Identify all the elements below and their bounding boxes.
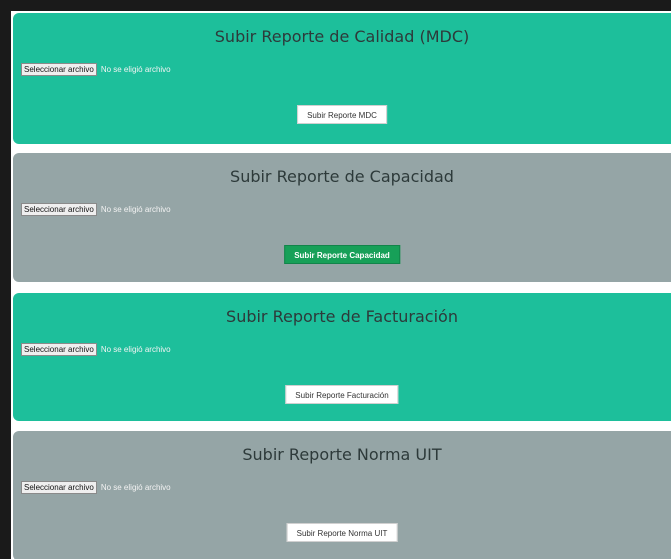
- panel-norma-uit: Subir Reporte Norma UIT Seleccionar arch…: [13, 431, 671, 559]
- file-input-norma-uit: Seleccionar archivo No se eligió archivo: [21, 481, 171, 494]
- panel-title: Subir Reporte de Capacidad: [230, 167, 454, 186]
- panel-facturacion: Subir Reporte de Facturación Seleccionar…: [13, 293, 671, 421]
- file-status-text: No se eligió archivo: [100, 345, 171, 354]
- submit-norma-uit-button[interactable]: Subir Reporte Norma UIT: [286, 523, 398, 542]
- file-status-text: No se eligió archivo: [100, 483, 171, 492]
- choose-file-button[interactable]: Seleccionar archivo: [21, 481, 97, 494]
- panel-title: Subir Reporte Norma UIT: [242, 445, 442, 464]
- choose-file-button[interactable]: Seleccionar archivo: [21, 343, 97, 356]
- file-status-text: No se eligió archivo: [100, 65, 171, 74]
- submit-mdc-button[interactable]: Subir Reporte MDC: [297, 105, 387, 124]
- file-input-facturacion: Seleccionar archivo No se eligió archivo: [21, 343, 171, 356]
- submit-capacidad-button[interactable]: Subir Reporte Capacidad: [284, 245, 400, 264]
- file-status-text: No se eligió archivo: [100, 205, 171, 214]
- panel-capacidad: Subir Reporte de Capacidad Seleccionar a…: [13, 153, 671, 282]
- panel-mdc: Subir Reporte de Calidad (MDC) Seleccion…: [13, 13, 671, 144]
- window-frame: Subir Reporte de Calidad (MDC) Seleccion…: [0, 0, 671, 559]
- panel-title: Subir Reporte de Calidad (MDC): [214, 27, 470, 46]
- file-input-capacidad: Seleccionar archivo No se eligió archivo: [21, 203, 171, 216]
- file-input-mdc: Seleccionar archivo No se eligió archivo: [21, 63, 171, 76]
- choose-file-button[interactable]: Seleccionar archivo: [21, 203, 97, 216]
- choose-file-button[interactable]: Seleccionar archivo: [21, 63, 97, 76]
- upload-page: Subir Reporte de Calidad (MDC) Seleccion…: [11, 11, 671, 559]
- panel-title: Subir Reporte de Facturación: [226, 307, 458, 326]
- submit-facturacion-button[interactable]: Subir Reporte Facturación: [285, 385, 399, 404]
